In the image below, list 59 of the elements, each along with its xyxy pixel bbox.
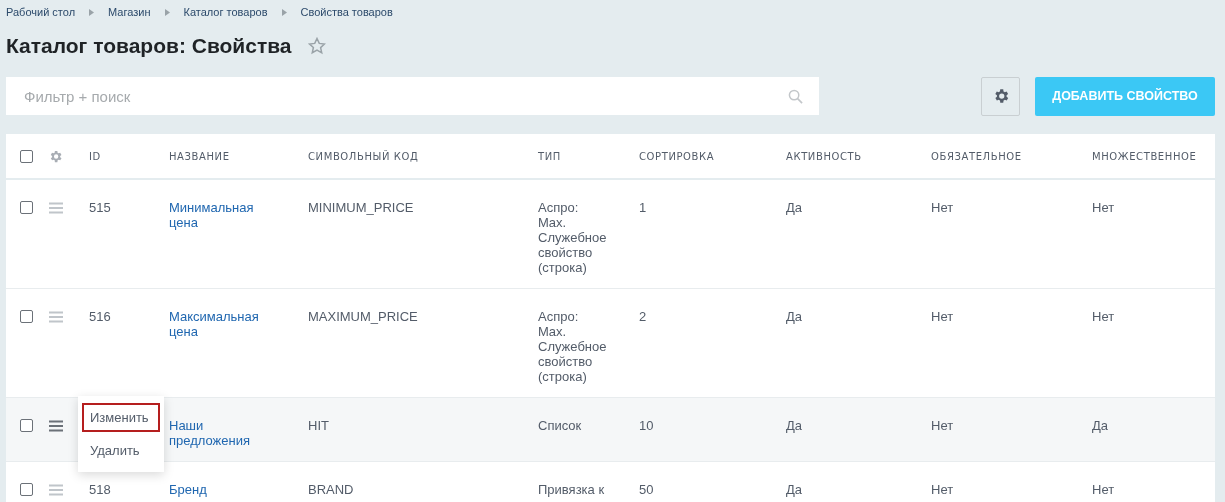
menu-item[interactable]: Удалить — [82, 436, 160, 465]
column-header[interactable]: СОРТИРОВКА — [639, 150, 786, 162]
row-checkbox[interactable] — [20, 310, 33, 323]
property-name-link[interactable]: Бренд — [169, 482, 308, 497]
column-header[interactable]: ОБЯЗАТЕЛЬНОЕ — [931, 150, 1092, 162]
column-header[interactable]: ТИП — [538, 150, 639, 162]
column-header[interactable]: АКТИВНОСТЬ — [786, 150, 931, 162]
table-cell-text: Да — [786, 418, 804, 435]
breadcrumb-arrow-icon — [164, 8, 170, 16]
table-cell-text: Да — [786, 200, 804, 217]
column-header[interactable]: НАЗВАНИЕ — [169, 150, 308, 162]
table-cell-text: Нет — [931, 482, 955, 497]
page-title: Каталог товаров: Свойства — [6, 34, 292, 58]
breadcrumb-arrow-icon — [89, 8, 95, 16]
table-cell-text: Нет — [1092, 309, 1116, 326]
menu-item[interactable]: Изменить — [82, 403, 160, 432]
breadcrumb-link[interactable]: Свойства товаров — [300, 6, 393, 18]
table-cell-text: 516 — [89, 309, 112, 326]
table-cell-text: 518 — [89, 482, 112, 497]
table-cell-text: 10 — [639, 418, 655, 435]
table-cell-text: Привязка к — [538, 482, 606, 497]
table-cell-text: HIT — [308, 418, 330, 435]
menu-icon[interactable] — [48, 420, 64, 432]
table-cell-text: Нет — [1092, 482, 1116, 497]
table-cell-text: 515 — [89, 200, 112, 217]
column-header[interactable]: ID — [89, 150, 169, 162]
property-name-link[interactable]: Минимальная цена — [169, 200, 308, 275]
table-cell-text: Аспро: Max. Служебное свойство (строка) — [538, 200, 608, 275]
table-cell-text: MAXIMUM_PRICE — [308, 309, 419, 326]
row-checkbox[interactable] — [20, 419, 33, 432]
breadcrumb-link[interactable]: Магазин — [108, 6, 151, 18]
table-cell-text: Нет — [931, 309, 955, 326]
property-name-link[interactable]: Максимальная цена — [169, 309, 308, 384]
column-header[interactable]: МНОЖЕСТВЕННОЕ — [1092, 150, 1215, 162]
table-cell-text: Нет — [1092, 200, 1116, 217]
table-cell-text: 50 — [639, 482, 655, 497]
settings-button[interactable] — [981, 76, 1020, 116]
table-cell-text: Нет — [931, 200, 955, 217]
search-field[interactable]: Фильтр + поиск — [6, 77, 819, 115]
select-all-checkbox[interactable] — [20, 150, 33, 163]
search-icon — [788, 88, 803, 104]
table-cell-text: 2 — [639, 309, 648, 326]
breadcrumb-arrow-icon — [281, 8, 287, 16]
property-name-link[interactable]: Наши предложения — [169, 418, 308, 448]
row-checkbox[interactable] — [20, 483, 33, 496]
table-cell-text: MINIMUM_PRICE — [308, 200, 415, 217]
row-checkbox[interactable] — [20, 201, 33, 214]
table-cell-text: Да — [786, 482, 804, 497]
table-cell-text: Да — [1092, 418, 1110, 435]
breadcrumb-link[interactable]: Каталог товаров — [183, 6, 268, 18]
table-cell-text: Список — [538, 418, 583, 435]
table-cell-text: Аспро: Max. Служебное свойство (строка) — [538, 309, 608, 384]
table-cell-text: Нет — [931, 418, 955, 435]
star-icon[interactable] — [307, 37, 326, 55]
table-cell-text: BRAND — [308, 482, 355, 497]
table-cell-text: Да — [786, 309, 804, 326]
column-header[interactable]: СИМВОЛЬНЫЙ КОД — [308, 150, 538, 162]
table-cell-text: 1 — [639, 200, 648, 217]
breadcrumb-link[interactable]: Рабочий стол — [6, 6, 76, 18]
